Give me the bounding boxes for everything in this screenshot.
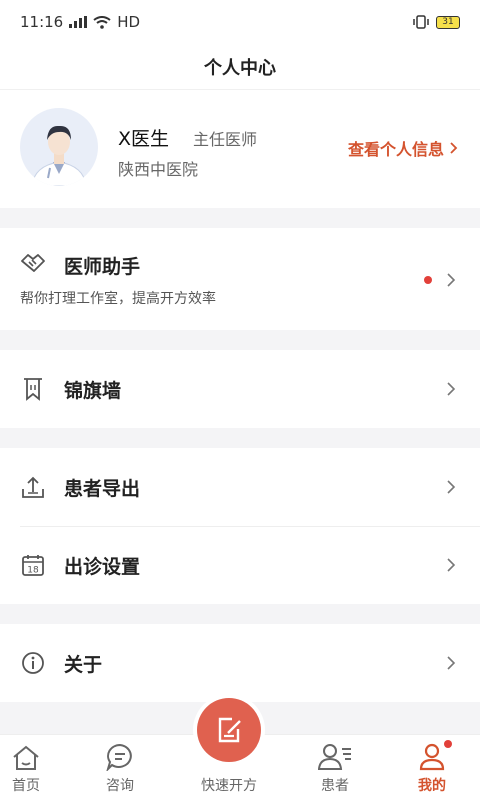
chevron-right-icon — [447, 273, 456, 287]
chat-bubble-icon — [106, 743, 132, 771]
menu-label: 出诊设置 — [64, 556, 141, 578]
tab-label: 咨询 — [106, 778, 134, 794]
tab-mine[interactable]: 我的 — [392, 735, 472, 800]
status-bar: 11:16 HD 31 — [0, 0, 480, 44]
quick-prescribe-button[interactable] — [197, 698, 261, 762]
tab-home[interactable]: 首页 — [0, 735, 66, 800]
menu-label: 关于 — [64, 654, 103, 676]
assistant-card[interactable]: 医师助手 帮你打理工作室，提高开方效率 — [0, 228, 480, 330]
tab-patients[interactable]: 患者 — [295, 735, 375, 800]
doctor-avatar-icon — [31, 125, 87, 186]
menu-label: 锦旗墙 — [64, 380, 122, 402]
chevron-right-icon — [447, 382, 456, 396]
vibrate-icon — [413, 15, 429, 29]
view-profile-label: 查看个人信息 — [347, 140, 444, 159]
svg-text:18: 18 — [27, 566, 39, 576]
network-label: HD — [117, 13, 141, 31]
tab-label: 我的 — [418, 778, 446, 794]
chevron-right-icon — [447, 480, 456, 494]
tab-label: 快速开方 — [201, 778, 257, 794]
assistant-subtitle: 帮你打理工作室，提高开方效率 — [20, 291, 216, 307]
notification-dot — [424, 276, 432, 284]
view-profile-link[interactable]: 查看个人信息 — [348, 136, 458, 160]
patients-icon — [318, 744, 351, 770]
doctor-hospital: 陕西中医院 — [118, 160, 199, 179]
upload-export-icon — [20, 474, 46, 500]
bookmark-banner-icon — [20, 376, 46, 402]
tab-label: 首页 — [12, 778, 40, 794]
cellular-signal-icon — [69, 16, 88, 28]
doctor-title: 主任医师 — [193, 130, 258, 149]
avatar[interactable] — [20, 108, 98, 186]
tab-label: 患者 — [321, 778, 349, 794]
chevron-right-icon — [447, 656, 456, 670]
profile-card[interactable]: X医生 主任医师 陕西中医院 查看个人信息 — [0, 90, 480, 208]
chevron-right-icon — [450, 142, 458, 154]
assistant-title: 医师助手 — [64, 256, 141, 278]
menu-group-patients: 患者导出 18 出诊设置 — [0, 448, 480, 604]
notification-dot — [444, 740, 452, 748]
doctor-name: X医生 — [118, 128, 170, 150]
calendar-icon: 18 — [20, 552, 46, 578]
home-icon — [13, 745, 39, 770]
edit-prescription-icon — [218, 717, 241, 743]
menu-item-clinic-settings[interactable]: 18 出诊设置 — [0, 526, 480, 604]
info-icon — [20, 650, 46, 676]
menu-label: 患者导出 — [64, 478, 141, 500]
page-title: 个人中心 — [0, 44, 480, 90]
handshake-icon — [20, 250, 46, 276]
tab-consult[interactable]: 咨询 — [80, 735, 160, 800]
menu-item-patient-export[interactable]: 患者导出 — [0, 448, 480, 526]
wifi-icon — [93, 15, 111, 29]
chevron-right-icon — [447, 558, 456, 572]
user-icon — [419, 743, 445, 771]
menu-item-about[interactable]: 关于 — [0, 624, 480, 702]
menu-item-banner-wall[interactable]: 锦旗墙 — [0, 350, 480, 428]
battery-icon: 31 — [436, 15, 460, 29]
status-time: 11:16 — [20, 13, 64, 31]
